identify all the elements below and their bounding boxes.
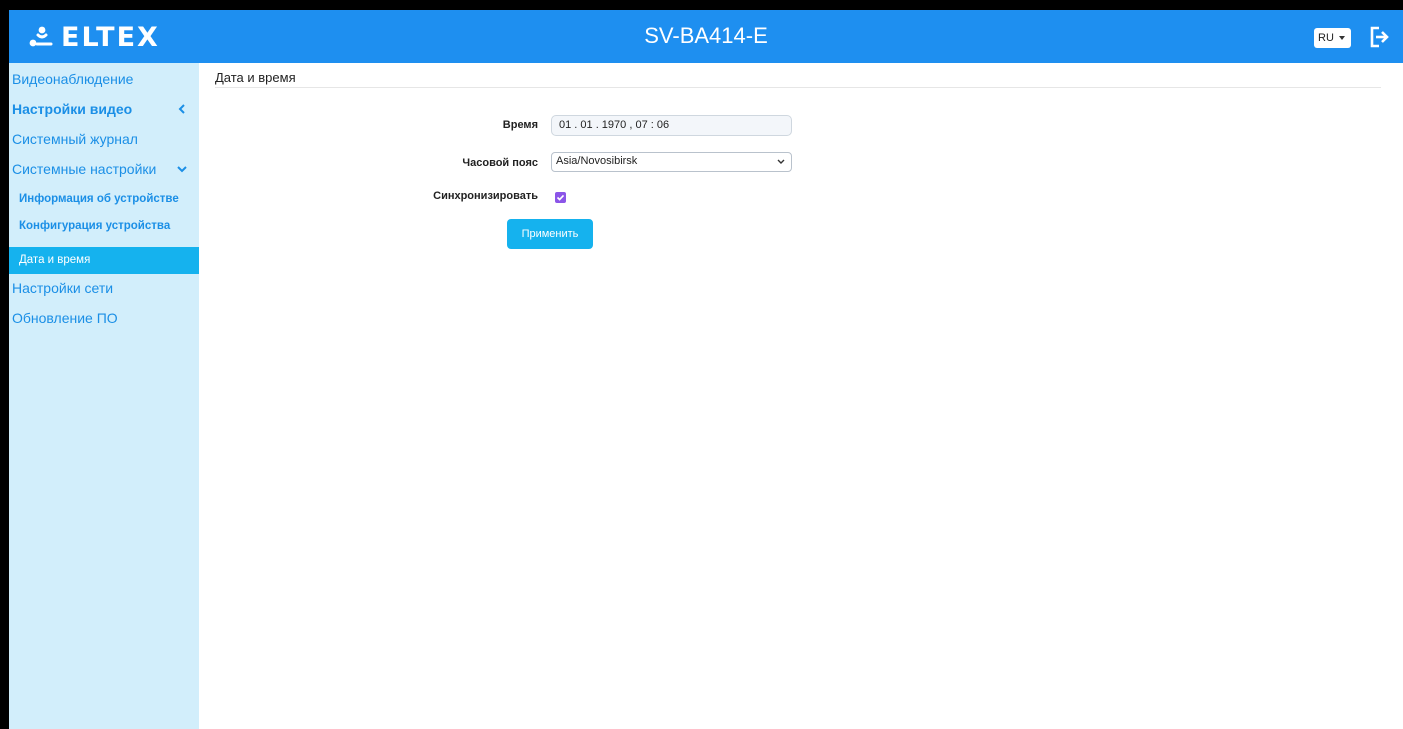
sidebar-item-device-info[interactable]: Информация об устройстве [9,189,199,209]
sidebar-item-label: Конфигурация устройства [19,220,171,232]
sync-label: Синхронизировать [433,190,538,202]
sidebar-item-label: Дата и время [19,254,91,266]
language-select[interactable]: RU [1314,28,1351,48]
top-bar: ELTEX SV-BA414-E RU [9,10,1403,63]
sidebar-item-video-surveillance[interactable]: Видеонаблюдение [9,69,199,89]
time-label: Время [502,119,538,131]
chevron-left-icon [178,104,185,114]
sidebar-item-label: Информация об устройстве [19,193,179,205]
page-title: Дата и время [215,70,296,85]
sidebar-item-device-config[interactable]: Конфигурация устройства [9,216,199,236]
app-frame: ELTEX SV-BA414-E RU Видеонаблюдение Наст… [9,10,1403,729]
sidebar-item-date-time[interactable]: Дата и время [9,247,199,274]
sidebar-item-label: Настройки видео [12,101,133,117]
sidebar: Видеонаблюдение Настройки видео Системны… [9,63,199,729]
sidebar-item-label: Обновление ПО [12,310,118,326]
sync-checkbox[interactable] [555,192,566,203]
device-title: SV-BA414-E [644,23,768,48]
language-value: RU [1318,32,1334,44]
timezone-select[interactable]: Asia/Novosibirsk [551,152,792,172]
chevron-down-icon [777,159,785,164]
sidebar-item-label: Видеонаблюдение [12,71,134,87]
time-value: 01 . 01 . 1970 , 07 : 06 [559,119,670,131]
caret-down-icon [1339,36,1345,40]
title-divider [215,87,1381,88]
logout-icon[interactable] [1368,25,1390,49]
sidebar-item-label: Настройки сети [12,280,114,296]
sidebar-item-label: Системный журнал [12,131,138,147]
timezone-label: Часовой пояс [462,157,538,169]
time-input[interactable]: 01 . 01 . 1970 , 07 : 06 [551,115,792,136]
sidebar-item-network-settings[interactable]: Настройки сети [9,278,199,298]
sidebar-item-firmware-update[interactable]: Обновление ПО [9,308,199,328]
timezone-value: Asia/Novosibirsk [556,155,638,167]
apply-button[interactable]: Применить [507,219,593,249]
sidebar-item-system-log[interactable]: Системный журнал [9,129,199,149]
sidebar-item-video-settings[interactable]: Настройки видео [9,99,199,119]
chevron-down-icon [177,166,187,173]
checkmark-icon [556,194,565,201]
sidebar-item-label: Системные настройки [12,161,157,177]
sidebar-item-system-settings[interactable]: Системные настройки [9,159,199,179]
